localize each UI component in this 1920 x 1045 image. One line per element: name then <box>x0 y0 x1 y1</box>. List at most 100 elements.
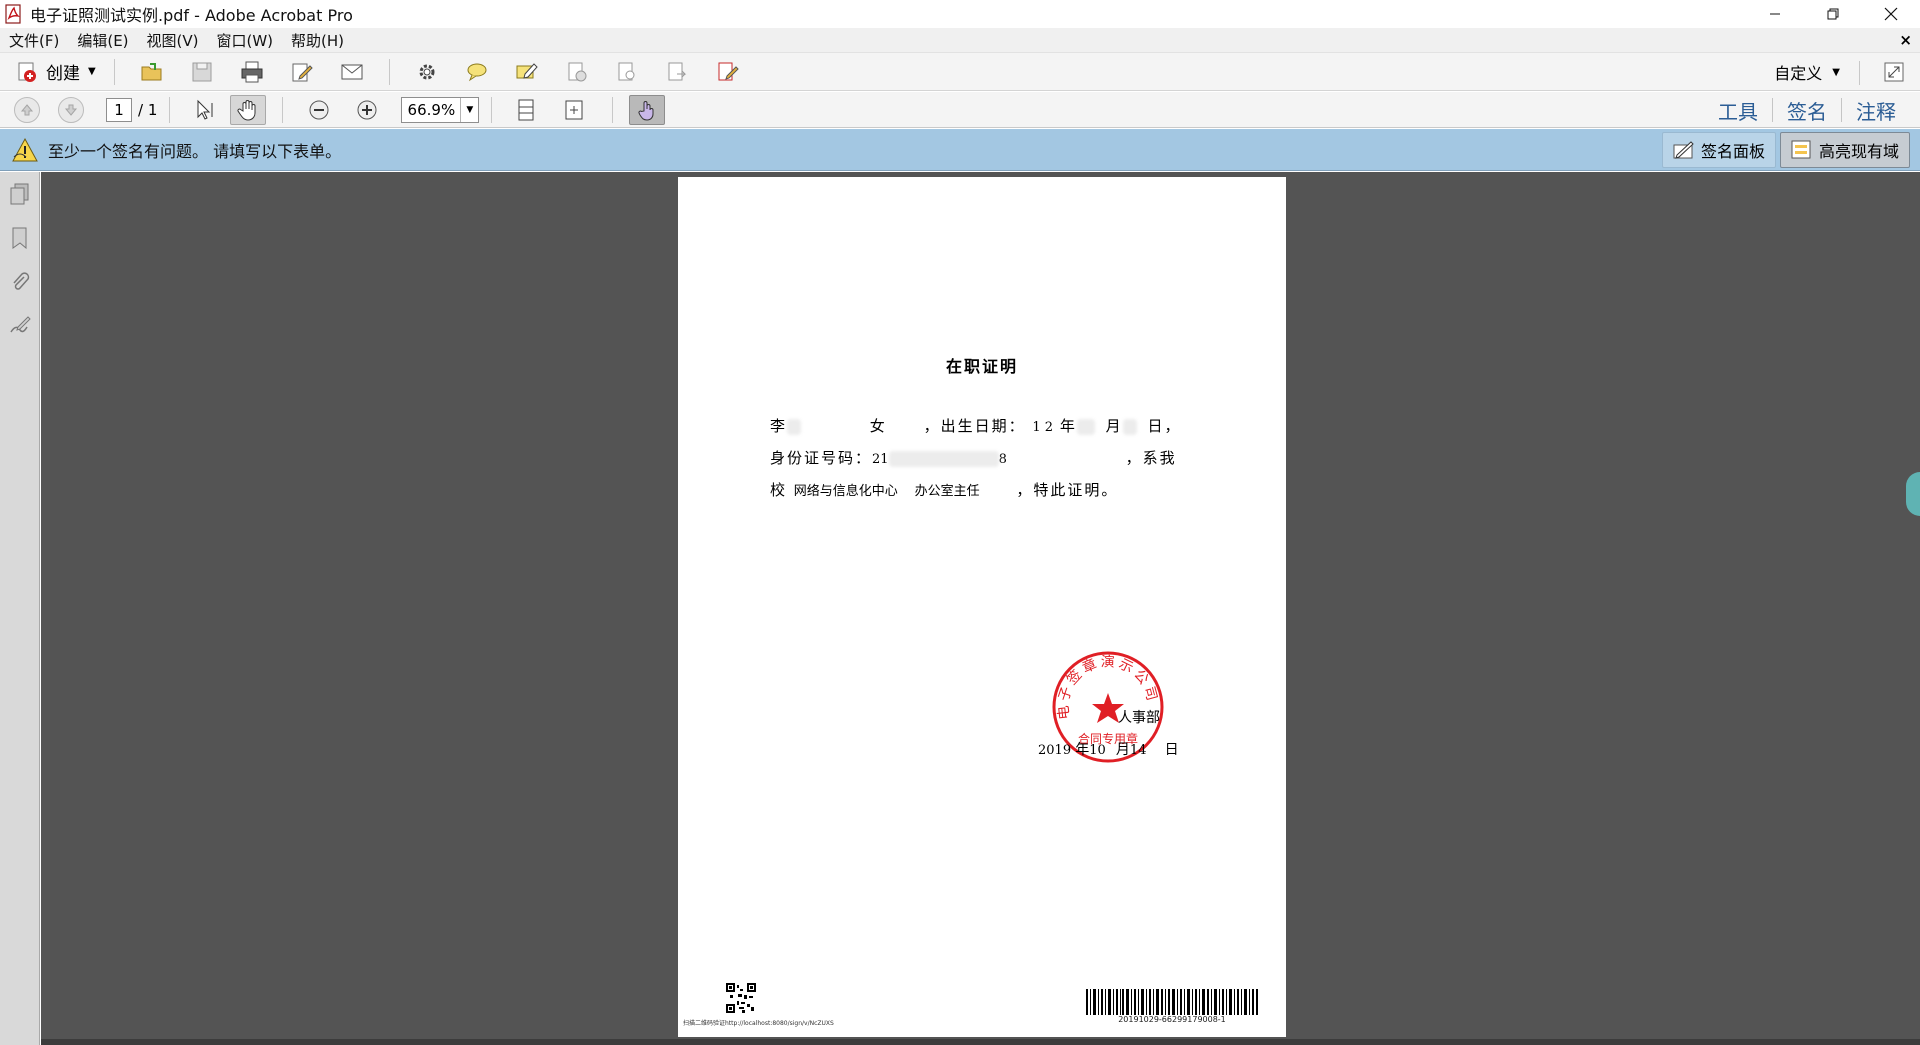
save-button[interactable] <box>184 57 220 87</box>
previous-page-button[interactable] <box>14 96 40 123</box>
date-day: 14 <box>1129 743 1147 758</box>
document-line-3: 校 网络与信息化中心 办公室主任 ，特此证明。 <box>770 479 1118 500</box>
minimize-icon <box>1770 13 1780 15</box>
create-button[interactable]: 创建 ▼ <box>10 57 102 87</box>
qr-caption: 扫描二维码验证http://localhost:8080/sign/v/NcZU… <box>683 1020 834 1027</box>
email-button[interactable] <box>334 57 370 87</box>
full-screen-button[interactable] <box>1880 59 1908 85</box>
customize-dropdown[interactable]: 自定义 ▼ <box>1774 59 1840 85</box>
line3-prefix: 校 <box>770 481 788 499</box>
save-icon <box>192 62 212 81</box>
edit-button[interactable] <box>284 57 320 87</box>
zoom-in-button[interactable] <box>349 95 385 125</box>
id-label: 身份证号码： <box>770 449 873 467</box>
date-month: 10 <box>1089 743 1106 758</box>
send-review-button[interactable] <box>659 57 695 87</box>
attachments-button[interactable] <box>0 260 40 304</box>
qr-code <box>726 983 756 1013</box>
main-toolbar: 创建 ▼ 自定义 ▼ <box>0 53 1920 91</box>
issuing-department: 人事部 <box>1118 710 1160 726</box>
pdf-page: 在职证明 李 女 ，出生日期： 1 2 年 月 日， 身份证号码：21 8 ，系我… <box>678 177 1286 1037</box>
zoom-out-icon <box>309 100 329 119</box>
zoom-value: 66.9% <box>407 100 456 119</box>
menu-file[interactable]: 文件(F) <box>0 30 68 51</box>
select-tool-button[interactable] <box>186 95 222 125</box>
next-page-button[interactable] <box>58 96 84 123</box>
signature-notification-bar: 至少一个签名有问题。 请填写以下表单。 签名面板 高亮现有域 <box>0 129 1920 171</box>
minimize-button[interactable] <box>1746 0 1804 28</box>
page-total: / 1 <box>138 100 158 119</box>
arrow-down-icon <box>64 104 78 116</box>
highlight-fields-button[interactable]: 高亮现有域 <box>1779 132 1910 168</box>
touch-mode-button[interactable] <box>629 94 666 125</box>
page-number-input[interactable]: 1 <box>106 97 132 122</box>
sign-tool-button[interactable] <box>559 57 595 87</box>
zoom-level-select[interactable]: 66.9% ▼ <box>401 96 480 123</box>
document-sign-icon <box>568 62 587 81</box>
comment-pane-link[interactable]: 注释 <box>1842 96 1910 125</box>
hand-icon <box>237 99 256 121</box>
page-thumbnails-button[interactable] <box>0 172 40 216</box>
email-icon <box>341 64 363 79</box>
redacted-day <box>1122 419 1137 435</box>
close-icon <box>1884 7 1898 21</box>
close-document-icon[interactable]: × <box>1899 31 1912 49</box>
forms-button[interactable] <box>709 57 745 87</box>
date-year-label: 年 <box>1075 742 1090 758</box>
menu-window[interactable]: 窗口(W) <box>208 30 283 51</box>
horizontal-scrollbar[interactable] <box>41 1039 1920 1045</box>
open-button[interactable] <box>134 57 170 87</box>
window-title: 电子证照测试实例.pdf - Adobe Acrobat Pro <box>30 6 353 25</box>
toolbar-divider <box>388 58 390 85</box>
cursor-arrow-icon <box>197 99 213 120</box>
id-suffix: 8 <box>998 452 1007 467</box>
close-window-button[interactable] <box>1862 0 1920 28</box>
menu-help[interactable]: 帮助(H) <box>282 30 353 51</box>
scroll-mode-button[interactable] <box>508 95 544 125</box>
menu-view[interactable]: 视图(V) <box>138 30 208 51</box>
menu-bar: 文件(F) 编辑(E) 视图(V) 窗口(W) 帮助(H) × <box>0 28 1920 53</box>
zoom-out-button[interactable] <box>301 95 337 125</box>
arrow-up-icon <box>20 103 34 115</box>
navigation-toolbar: 1 / 1 66.9% ▼ 工具 签名 注释 <box>0 92 1920 128</box>
page-thumbnails-icon <box>10 183 29 205</box>
document-viewport[interactable]: 在职证明 李 女 ，出生日期： 1 2 年 月 日， 身份证号码：21 8 ，系我… <box>41 172 1920 1045</box>
document-certify-icon <box>618 62 635 80</box>
acrobat-pdf-icon <box>5 4 21 24</box>
hand-tool-button[interactable] <box>230 94 267 125</box>
signatures-button[interactable] <box>0 304 40 348</box>
month-label: 月 <box>1105 417 1123 435</box>
signature-pen-icon <box>1673 141 1694 159</box>
fit-page-button[interactable] <box>556 95 592 125</box>
barcode <box>1086 989 1258 1015</box>
menu-edit[interactable]: 编辑(E) <box>68 30 137 51</box>
customize-label: 自定义 <box>1774 64 1823 83</box>
toolbar-divider <box>113 58 115 85</box>
document-line-2: 身份证号码：21 8 ，系我 <box>770 447 1177 468</box>
highlight-icon <box>516 62 538 79</box>
settings-button[interactable] <box>409 57 445 87</box>
open-folder-icon <box>141 62 162 80</box>
tools-pane-link[interactable]: 工具 <box>1704 96 1772 125</box>
form-fields-icon <box>1791 140 1811 159</box>
bookmarks-button[interactable] <box>0 216 40 260</box>
print-button[interactable] <box>234 57 270 87</box>
chevron-down-icon[interactable]: ▼ <box>460 97 478 122</box>
signature-panel-button[interactable]: 签名面板 <box>1661 132 1776 168</box>
side-panel-handle[interactable] <box>1906 472 1920 516</box>
comment-button[interactable] <box>459 57 495 87</box>
redacted-month <box>1076 419 1095 435</box>
left-navigation-pane <box>0 172 40 1045</box>
sign-pane-link[interactable]: 签名 <box>1773 96 1841 125</box>
restore-button[interactable] <box>1804 0 1862 28</box>
toolbar-divider <box>491 96 493 123</box>
highlight-button[interactable] <box>509 57 545 87</box>
title-bar: 电子证照测试实例.pdf - Adobe Acrobat Pro <box>0 0 1920 28</box>
document-line-1: 李 女 ，出生日期： 1 2 年 月 日， <box>770 415 1181 436</box>
date-day-label: 日 <box>1164 742 1179 758</box>
day-label: 日， <box>1147 417 1182 435</box>
certify-button[interactable] <box>609 57 645 87</box>
bookmark-icon <box>12 227 27 249</box>
gender: 女 <box>869 417 887 435</box>
department: 网络与信息化中心 <box>793 484 898 499</box>
